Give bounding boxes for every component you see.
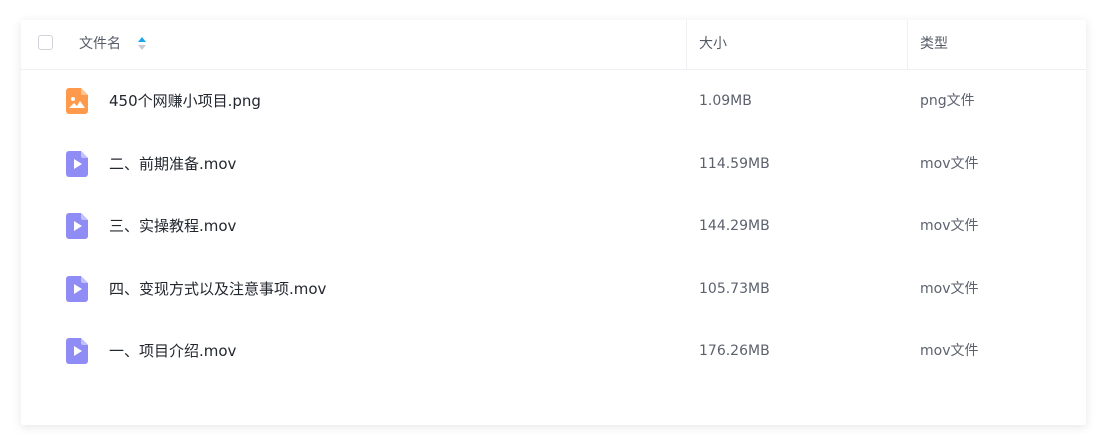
file-name[interactable]: 二、前期准备.mov [109,133,236,195]
file-size: 105.73MB [699,281,770,297]
image-file-icon [66,88,88,114]
file-size: 176.26MB [699,343,770,359]
column-header-type[interactable]: 类型 [920,20,948,69]
file-name[interactable]: 一、项目介绍.mov [109,320,236,382]
file-row[interactable]: 四、变现方式以及注意事项.mov 105.73MB mov文件 [21,258,1086,320]
file-row[interactable]: 三、实操教程.mov 144.29MB mov文件 [21,195,1086,257]
file-type: mov文件 [920,218,979,234]
file-name[interactable]: 三、实操教程.mov [109,195,236,257]
file-row[interactable]: 450个网赚小项目.png 1.09MB png文件 [21,70,1086,132]
column-header-size[interactable]: 大小 [699,20,727,69]
file-size: 144.29MB [699,218,770,234]
video-file-icon [66,338,88,364]
file-type: mov文件 [920,281,979,297]
file-row[interactable]: 一、项目介绍.mov 176.26MB mov文件 [21,320,1086,382]
sort-descending-icon [138,45,146,50]
file-size: 1.09MB [699,93,752,109]
file-size: 114.59MB [699,156,770,172]
file-row[interactable]: 二、前期准备.mov 114.59MB mov文件 [21,133,1086,195]
column-divider[interactable] [907,20,908,69]
file-list-panel: 文件名 大小 类型 450个网赚小项目.png 1.09MB png文件 二、前… [21,20,1086,425]
file-list-header: 文件名 大小 类型 [21,20,1086,70]
file-type: mov文件 [920,156,979,172]
sort-icon[interactable] [138,37,146,51]
file-type: png文件 [920,93,975,109]
video-file-icon [66,276,88,302]
file-name[interactable]: 四、变现方式以及注意事项.mov [109,258,326,320]
video-file-icon [66,213,88,239]
select-all-checkbox[interactable] [38,35,53,50]
column-header-name[interactable]: 文件名 [79,20,121,69]
video-file-icon [66,151,88,177]
file-type: mov文件 [920,343,979,359]
file-name[interactable]: 450个网赚小项目.png [109,70,261,132]
sort-ascending-icon [138,37,146,42]
column-divider[interactable] [686,20,687,69]
